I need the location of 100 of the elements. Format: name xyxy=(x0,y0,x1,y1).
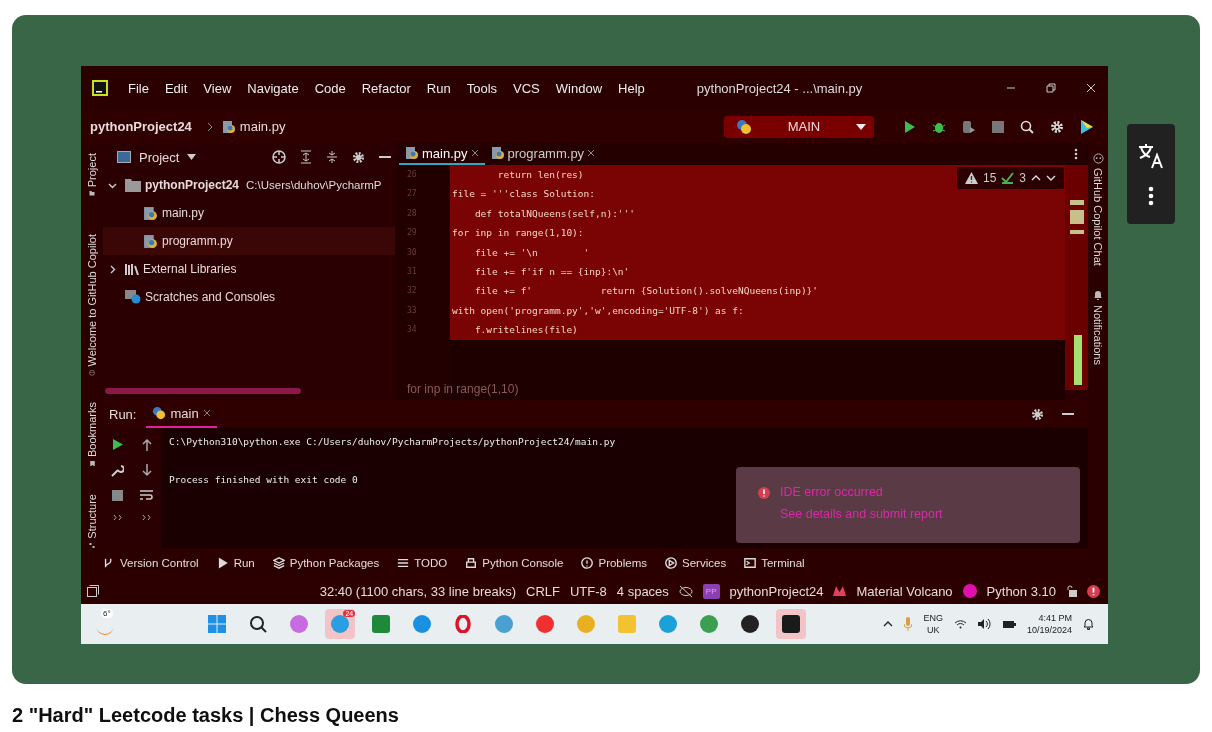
run-configuration-dropdown[interactable]: MAIN xyxy=(724,115,874,138)
copilot-icon[interactable] xyxy=(86,370,98,376)
tool-window-tab[interactable]: Python Packages xyxy=(272,557,380,569)
tree-item[interactable]: programm.py xyxy=(103,227,395,255)
inspections-widget[interactable]: 15 3 xyxy=(956,167,1064,189)
settings-icon[interactable] xyxy=(1050,119,1064,134)
close-icon[interactable] xyxy=(202,409,211,417)
line-separator[interactable]: CRLF xyxy=(526,583,560,599)
restore-icon[interactable] xyxy=(1046,83,1056,93)
minimize-icon[interactable] xyxy=(379,155,391,159)
up-arrow-icon[interactable] xyxy=(141,438,152,451)
no-sync-icon[interactable] xyxy=(678,584,693,598)
editor-tab[interactable]: programm.py xyxy=(484,143,602,165)
breadcrumb-file[interactable]: main.py xyxy=(239,119,286,134)
tree-item[interactable]: External Libraries xyxy=(103,255,395,283)
stop-icon[interactable] xyxy=(992,120,1004,133)
caret-icon[interactable] xyxy=(187,154,197,160)
more-icon[interactable] xyxy=(141,514,152,521)
run-icon[interactable] xyxy=(904,119,916,134)
menu-item[interactable]: Run xyxy=(426,80,451,96)
translate-icon[interactable] xyxy=(1137,142,1165,169)
window-title: pythonProject24 - ...\main.py xyxy=(696,80,863,96)
more-icon[interactable] xyxy=(1148,185,1154,206)
unlock-icon[interactable] xyxy=(1066,585,1077,597)
wifi-icon[interactable] xyxy=(953,619,967,629)
coverage-icon[interactable] xyxy=(962,119,976,134)
bell-icon[interactable] xyxy=(1093,289,1103,301)
tool-window-tab[interactable]: Python Console xyxy=(465,557,564,569)
layout-icon[interactable] xyxy=(87,585,99,597)
speaker-icon[interactable] xyxy=(977,619,991,629)
menu-item[interactable]: View xyxy=(203,80,232,96)
folder-icon[interactable] xyxy=(87,191,97,196)
menu-item[interactable]: Help xyxy=(618,80,645,96)
chevron-down-icon[interactable] xyxy=(1046,175,1056,181)
close-icon[interactable] xyxy=(470,149,479,157)
tool-window-tab[interactable]: Problems xyxy=(581,557,648,569)
horizontal-scrollbar[interactable] xyxy=(105,388,301,394)
tool-window-stripe-button[interactable]: Project xyxy=(86,153,98,188)
tool-window-stripe-button[interactable]: Notifications xyxy=(1092,304,1104,365)
theme-name[interactable]: Material Volcano xyxy=(856,583,953,599)
tool-window-tab[interactable]: Terminal xyxy=(744,557,805,569)
menu-item[interactable]: VCS xyxy=(513,80,540,96)
rerun-icon[interactable] xyxy=(111,438,124,451)
project-view-selector[interactable]: Project xyxy=(139,149,180,165)
tool-window-tab[interactable]: Version Control xyxy=(103,557,199,569)
tool-window-tab[interactable]: TODO xyxy=(397,557,448,569)
caret-position[interactable]: 32:40 (1100 chars, 33 line breaks) xyxy=(319,583,516,599)
more-icon[interactable] xyxy=(1074,148,1078,160)
line-number: 26 xyxy=(406,169,418,181)
tree-item[interactable]: Scratches and Consoles xyxy=(103,283,395,311)
tool-window-stripe-button[interactable]: Welcome to GitHub Copilot xyxy=(86,233,98,367)
soft-wrap-icon[interactable] xyxy=(140,490,153,501)
error-icon xyxy=(758,487,770,499)
project-name[interactable]: pythonProject24 xyxy=(729,583,824,599)
structure-icon[interactable] xyxy=(87,543,97,548)
bell-icon[interactable] xyxy=(1083,618,1094,630)
plugin-logo-icon[interactable] xyxy=(1080,118,1094,135)
battery-icon[interactable] xyxy=(1001,619,1016,629)
close-icon[interactable] xyxy=(1086,83,1096,93)
o-app-icon xyxy=(454,615,473,633)
target-icon[interactable] xyxy=(272,150,286,164)
tool-window-stripe-button[interactable]: Bookmarks xyxy=(86,401,98,457)
app-logo-icon xyxy=(92,80,108,96)
expand-all-icon[interactable] xyxy=(300,150,312,164)
minimize-icon[interactable] xyxy=(1062,412,1074,416)
language-indicator[interactable]: ENG UK xyxy=(923,612,943,636)
python-file-icon xyxy=(143,233,158,249)
menu-item[interactable]: File xyxy=(128,80,149,96)
indent-setting[interactable]: 4 spaces xyxy=(616,583,669,599)
error-icon[interactable] xyxy=(1087,584,1100,598)
tool-window-tab[interactable]: Services xyxy=(665,557,727,569)
more-icon[interactable] xyxy=(112,514,123,521)
down-arrow-icon[interactable] xyxy=(141,464,152,477)
menu-item[interactable]: Window xyxy=(555,80,603,96)
close-icon[interactable] xyxy=(587,149,596,157)
tree-item[interactable]: pythonProject24 C:\Users\duhov\PycharmP xyxy=(103,171,395,199)
settings-icon[interactable] xyxy=(352,150,365,164)
tool-window-stripe-button[interactable]: Structure xyxy=(86,494,98,539)
collapse-all-icon[interactable] xyxy=(326,150,338,164)
menu-item[interactable]: Tools xyxy=(466,80,498,96)
chevron-up-icon[interactable] xyxy=(883,621,894,627)
breadcrumb-project[interactable]: pythonProject24 xyxy=(90,119,192,134)
menu-item[interactable]: Navigate xyxy=(247,80,299,96)
weather-widget[interactable]: 6° xyxy=(95,609,125,639)
interpreter[interactable]: Python 3.10 xyxy=(986,583,1056,599)
clock[interactable]: 4:41 PM 10/19/2024 xyxy=(1026,612,1072,636)
wrench-icon[interactable] xyxy=(111,464,124,477)
tool-window-tab[interactable]: Run xyxy=(216,557,255,569)
menu-item[interactable]: Code xyxy=(314,80,346,96)
menu-item[interactable]: Refactor xyxy=(361,80,411,96)
search-icon[interactable] xyxy=(1020,119,1034,134)
bookmark-icon[interactable] xyxy=(87,460,97,467)
copilot-icon[interactable] xyxy=(1092,153,1104,164)
problems-icon xyxy=(581,557,594,569)
tool-window-stripe-button[interactable]: GitHub Copilot Chat xyxy=(1092,168,1104,266)
file-encoding[interactable]: UTF-8 xyxy=(569,583,607,599)
menu-item[interactable]: Edit xyxy=(164,80,188,96)
settings-icon[interactable] xyxy=(1031,407,1044,421)
tree-item[interactable]: main.py xyxy=(103,199,395,227)
taskbar-button[interactable] xyxy=(776,609,807,639)
